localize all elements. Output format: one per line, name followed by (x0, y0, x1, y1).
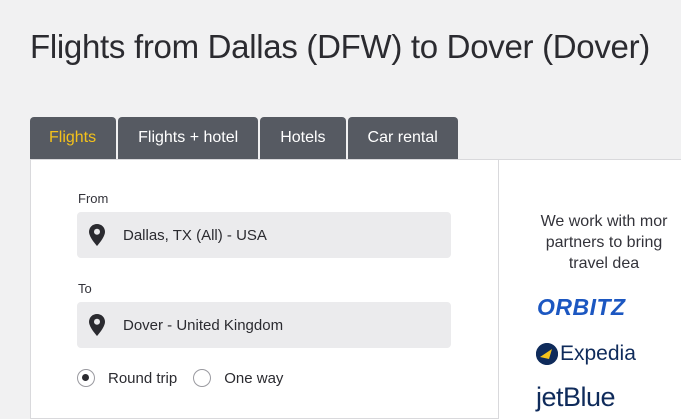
tab-car-rental[interactable]: Car rental (347, 117, 458, 159)
round-trip-radio[interactable]: Round trip (77, 369, 177, 387)
round-trip-label: Round trip (108, 369, 178, 387)
partners-panel: We work with mor partners to bring trave… (499, 159, 681, 419)
to-label: To (78, 281, 92, 296)
search-tabs: Flights Flights + hotel Hotels Car renta… (30, 117, 458, 167)
from-value: Dallas, TX (All) - USA (123, 226, 267, 244)
tab-flights[interactable]: Flights (30, 117, 117, 167)
page-title: Flights from Dallas (DFW) to Dover (Dove… (30, 28, 650, 66)
from-label: From (78, 191, 109, 206)
to-value: Dover - United Kingdom (123, 316, 284, 334)
partners-text: We work with mor partners to bring trave… (514, 211, 681, 274)
flight-search-form: From Dallas, TX (All) - USA To Dover - U… (30, 159, 499, 419)
radio-unchecked-icon (193, 369, 212, 387)
one-way-label: One way (224, 369, 284, 387)
tab-flights-hotel[interactable]: Flights + hotel (118, 117, 259, 159)
tab-hotels[interactable]: Hotels (260, 117, 346, 159)
expedia-wordmark: Expedia (560, 342, 636, 365)
one-way-radio[interactable]: One way (193, 369, 283, 387)
map-pin-icon (77, 224, 119, 246)
radio-checked-icon (77, 369, 95, 387)
partners-text-line: partners to bring (545, 234, 663, 251)
from-field[interactable]: Dallas, TX (All) - USA (77, 212, 451, 258)
expedia-logo: Expedia (536, 342, 636, 366)
partners-text-line: We work with mor (540, 213, 668, 230)
trip-type-options: Round trip One way (77, 369, 299, 387)
map-pin-icon (77, 314, 119, 336)
to-field[interactable]: Dover - United Kingdom (77, 302, 451, 348)
expedia-globe-icon (536, 343, 558, 365)
partners-text-line: travel dea (568, 255, 640, 272)
jetblue-logo: jetBlue (536, 382, 616, 412)
orbitz-logo: ORBITZ (537, 294, 626, 320)
